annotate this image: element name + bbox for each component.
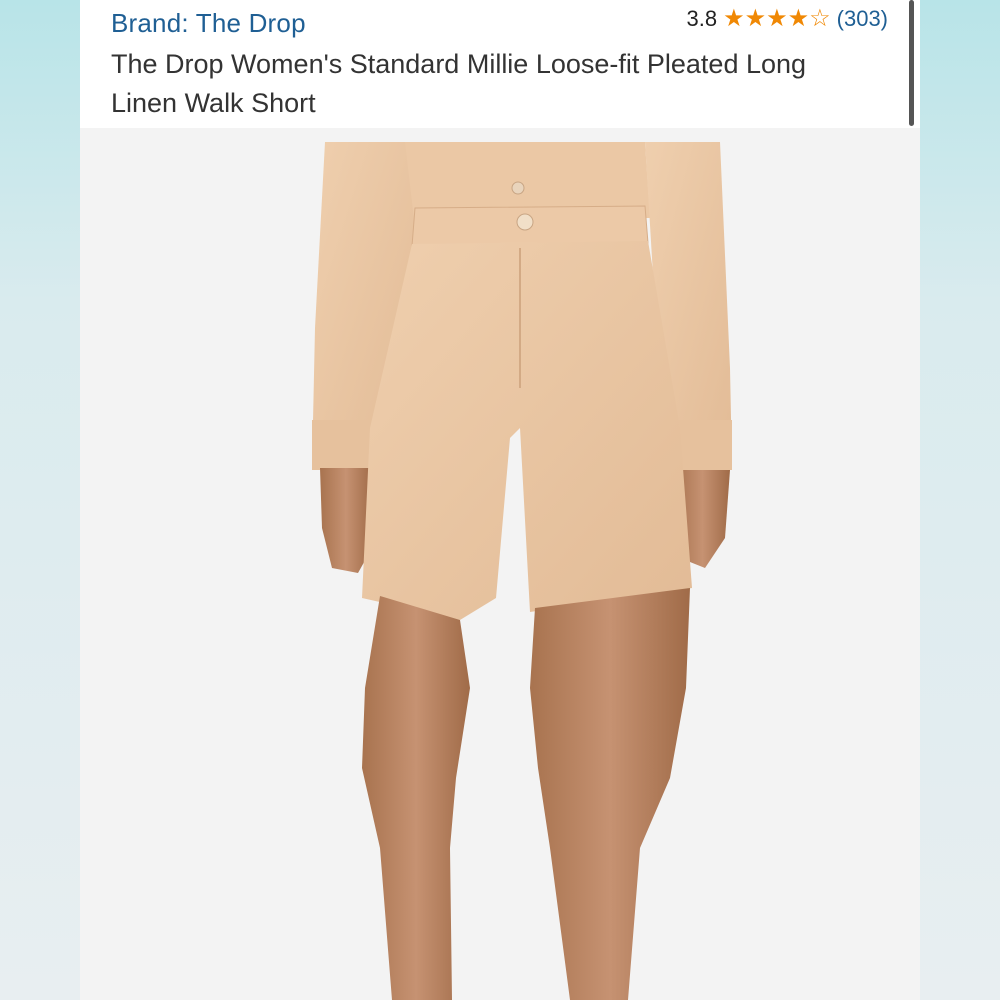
star-outline-icon: ☆ [809, 5, 831, 32]
right-background [920, 0, 1000, 1000]
rating-summary[interactable]: 3.8 ★ ★ ★ ★ ☆ (303) [686, 6, 888, 32]
star-icon: ★ [723, 5, 745, 32]
brand-link[interactable]: Brand: The Drop [111, 8, 306, 39]
product-card: Brand: The Drop 3.8 ★ ★ ★ ★ ☆ (303) The … [80, 0, 920, 1000]
review-count-link[interactable]: (303) [837, 6, 888, 32]
product-header: Brand: The Drop 3.8 ★ ★ ★ ★ ☆ (303) The … [80, 0, 920, 128]
product-image[interactable] [80, 128, 920, 1000]
star-icon: ★ [766, 5, 788, 32]
product-photo-illustration [312, 142, 732, 1000]
product-title: The Drop Women's Standard Millie Loose-f… [111, 49, 807, 118]
left-background [0, 0, 80, 1000]
star-icon: ★ [787, 5, 810, 32]
rating-stars: ★ ★ ★ ★ ☆ [723, 7, 831, 31]
star-icon: ★ [744, 5, 767, 32]
scrollbar[interactable] [909, 0, 914, 126]
rating-value: 3.8 [686, 6, 718, 31]
